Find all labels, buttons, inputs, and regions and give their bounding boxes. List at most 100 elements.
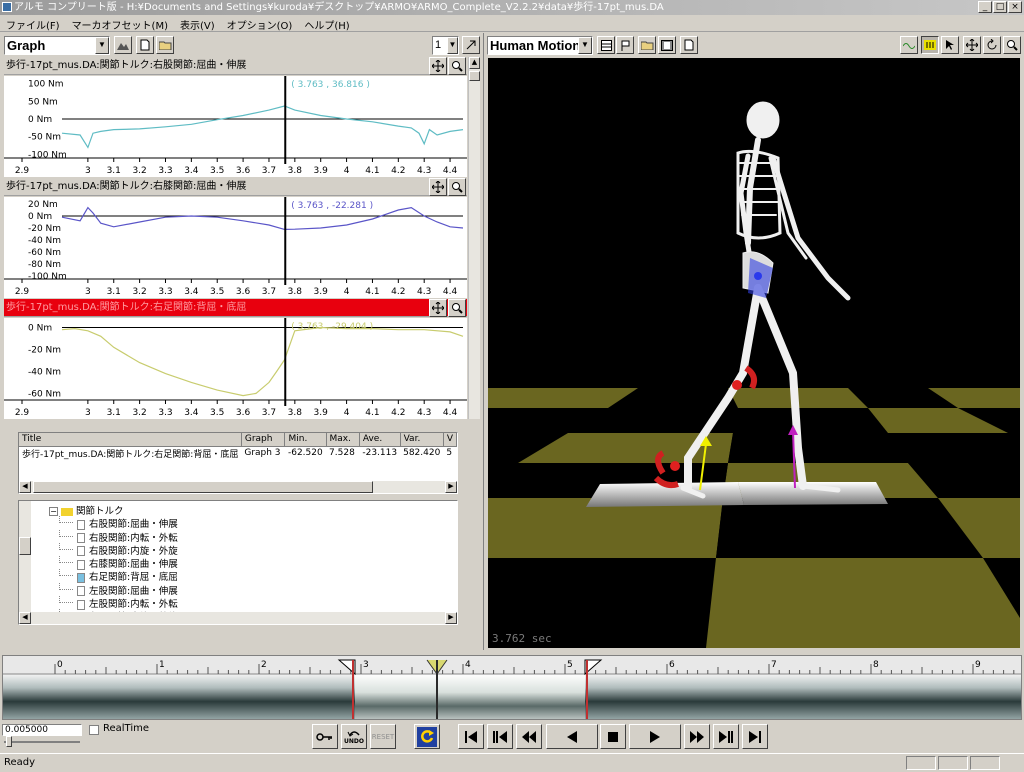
graph-3-plot[interactable]: 0 Nm -20 Nm -40 Nm -60 Nm 2.9 3 3.1 3.2 3.3 3.4 3.… [4, 318, 467, 419]
status-bar: Ready [0, 753, 1024, 772]
tree-item[interactable]: 左股関節:屈曲・伸展 [49, 582, 178, 597]
tree-item[interactable]: 右股関節:内転・外転 [49, 529, 178, 544]
x-tick-label: 3.6 [236, 166, 251, 176]
col-title[interactable]: Title [19, 433, 242, 447]
timeline-tick-label: 5 [567, 660, 573, 670]
x-tick-label: 3.5 [210, 166, 224, 176]
pointer-icon[interactable] [941, 36, 959, 54]
graph-mode-select[interactable]: Graph ▼ [4, 36, 110, 55]
col-v[interactable]: V [443, 433, 457, 447]
tree-item[interactable]: 右足関節:背屈・底屈 [49, 569, 178, 583]
expand-icon[interactable] [462, 36, 480, 54]
menu-view[interactable]: 表示(V) [174, 15, 221, 34]
tree-item[interactable]: 右膝関節:屈曲・伸展 [49, 556, 178, 570]
zoom-icon[interactable] [448, 178, 466, 196]
cell-max: 7.528 [329, 448, 355, 458]
col-ave[interactable]: Ave. [359, 433, 401, 447]
move-icon[interactable] [963, 36, 981, 54]
tree-item[interactable]: 右股関節:屈曲・伸展 [49, 516, 178, 530]
tree-item[interactable]: 右股関節:内旋・外旋 [49, 542, 178, 557]
menu-options[interactable]: オプション(O) [221, 15, 299, 34]
x-tick-label: 3 [85, 408, 91, 418]
reset-label: RESET [371, 732, 395, 741]
menu-help[interactable]: ヘルプ(H) [298, 15, 355, 34]
minimize-button[interactable]: _ [978, 1, 992, 13]
graph-2-plot[interactable]: 20 Nm 0 Nm -20 Nm -40 Nm -60 Nm -80 Nm -100 Nm… [4, 197, 467, 298]
motion-mode-value: Human Motion [490, 38, 581, 53]
fast-forward-button[interactable] [684, 724, 710, 749]
grid-icon[interactable] [597, 36, 615, 54]
mountain-chart-icon[interactable] [114, 36, 132, 54]
speed-input[interactable]: 0.005000 [2, 724, 82, 736]
y-tick-label: -100 Nm [28, 150, 67, 160]
tree-h-scrollbar[interactable]: ◀ ▶ [19, 612, 457, 624]
speed-slider-thumb[interactable] [6, 736, 12, 747]
x-tick-label: 4.2 [391, 166, 405, 176]
x-tick-label: 4.4 [443, 166, 458, 176]
timeline-tick-label: 4 [465, 660, 471, 670]
close-button[interactable]: × [1008, 1, 1022, 13]
scroll-up-icon[interactable]: ▲ [469, 57, 480, 69]
rotate-icon[interactable] [983, 36, 1001, 54]
scroll-thumb[interactable] [19, 537, 31, 555]
undo-button[interactable]: UNDO [341, 724, 367, 749]
scroll-left-icon[interactable]: ◀ [19, 612, 31, 624]
new-document-icon[interactable] [680, 36, 698, 54]
motion-mode-select[interactable]: Human Motion ▼ [487, 36, 593, 55]
reset-button[interactable]: RESET [370, 724, 396, 749]
motion-3d-viewport[interactable]: 3.762 sec [488, 58, 1020, 648]
col-graph[interactable]: Graph [241, 433, 286, 447]
tree-v-scrollbar[interactable] [19, 501, 31, 612]
step-back-button[interactable] [487, 724, 513, 749]
loop-button[interactable] [414, 724, 440, 749]
record-key-button[interactable] [312, 724, 338, 749]
skip-start-icon [465, 730, 477, 743]
table-h-scrollbar[interactable]: ◀ ▶ [19, 481, 457, 493]
menu-file[interactable]: ファイル(F) [0, 15, 66, 34]
graph-1-plot[interactable]: 100 Nm 50 Nm 0 Nm -50 Nm -100 Nm 2.9 3 3.1 3.2 3.… [4, 76, 467, 177]
step-forward-icon [719, 730, 733, 743]
play-reverse-button[interactable] [546, 724, 598, 749]
move-icon[interactable] [429, 299, 447, 317]
wave-icon[interactable] [900, 36, 918, 54]
play-button[interactable] [629, 724, 681, 749]
zoom-icon[interactable] [448, 57, 466, 75]
y-tick-label: 20 Nm [28, 200, 58, 210]
col-min[interactable]: Min. [284, 433, 327, 447]
stop-button[interactable] [600, 724, 626, 749]
move-icon[interactable] [429, 178, 447, 196]
skeleton-view-icon[interactable] [921, 36, 939, 54]
tree-node-root[interactable]: − 関節トルク [49, 503, 178, 517]
col-max[interactable]: Max. [326, 433, 360, 447]
flag-icon[interactable] [616, 36, 634, 54]
collapse-icon[interactable]: − [49, 507, 58, 516]
graph-scrollbar[interactable]: ▲ [468, 57, 480, 419]
rewind-button[interactable] [516, 724, 542, 749]
go-to-start-button[interactable] [458, 724, 484, 749]
scroll-thumb[interactable] [469, 71, 480, 81]
scroll-thumb[interactable] [33, 481, 373, 493]
zoom-icon[interactable] [448, 299, 466, 317]
maximize-button[interactable]: □ [993, 1, 1007, 13]
new-document-icon[interactable] [136, 36, 154, 54]
graph-count-select[interactable]: 1 ▼ [432, 36, 459, 55]
move-icon[interactable] [429, 57, 447, 75]
zoom-icon[interactable] [1003, 36, 1021, 54]
film-icon[interactable] [658, 36, 676, 54]
x-tick-label: 4.3 [417, 166, 431, 176]
table-row[interactable]: 歩行-17pt_mus.DA:関節トルク:右足関節:背屈・底屈 Graph 3 … [19, 446, 457, 460]
timeline[interactable]: 0 1 2 3 4 5 6 7 8 9 [2, 655, 1022, 720]
cell-v: 5 [446, 448, 453, 458]
go-to-end-button[interactable] [742, 724, 768, 749]
col-var[interactable]: Var. [400, 433, 444, 447]
open-folder-icon[interactable] [638, 36, 656, 54]
tree-item[interactable]: 左股関節:内転・外転 [49, 596, 178, 610]
realtime-checkbox[interactable] [89, 725, 99, 735]
scroll-right-icon[interactable]: ▶ [445, 481, 457, 493]
scroll-left-icon[interactable]: ◀ [19, 481, 31, 493]
open-folder-icon[interactable] [156, 36, 174, 54]
step-forward-button[interactable] [713, 724, 739, 749]
menu-marker-offset[interactable]: マーカオフセット(M) [66, 15, 174, 34]
scroll-right-icon[interactable]: ▶ [445, 612, 457, 624]
speed-slider-track[interactable] [4, 741, 80, 743]
